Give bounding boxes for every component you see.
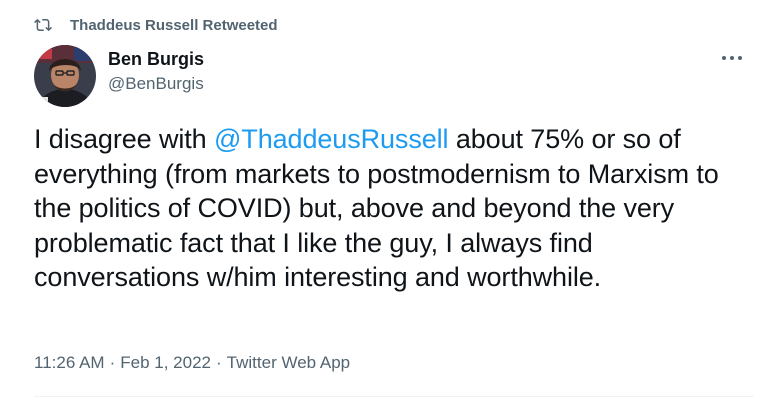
tweet-date[interactable]: Feb 1, 2022 <box>120 353 211 372</box>
retweet-context: Thaddeus Russell Retweeted <box>34 14 278 36</box>
retweeted-by-link[interactable]: Thaddeus Russell Retweeted <box>70 17 278 34</box>
author-handle[interactable]: @BenBurgis <box>108 72 204 96</box>
retweet-icon <box>34 16 52 34</box>
more-icon <box>722 56 742 60</box>
author-block: Ben Burgis @BenBurgis <box>108 48 204 96</box>
tweet-meta: 11:26 AM · Feb 1, 2022 · Twitter Web App <box>34 351 350 375</box>
mention-link[interactable]: @ThaddeusRussell <box>214 124 449 154</box>
meta-separator: · <box>109 353 116 372</box>
divider <box>34 396 754 397</box>
more-button[interactable] <box>714 46 750 70</box>
tweet-source[interactable]: Twitter Web App <box>227 353 350 372</box>
author-name[interactable]: Ben Burgis <box>108 48 204 70</box>
meta-separator: · <box>216 353 222 372</box>
tweet-time[interactable]: 11:26 AM <box>34 353 105 372</box>
tweet-text-part: I disagree with <box>34 124 214 154</box>
avatar[interactable] <box>34 45 96 107</box>
tweet-text: I disagree with @ThaddeusRussell about 7… <box>34 122 754 295</box>
